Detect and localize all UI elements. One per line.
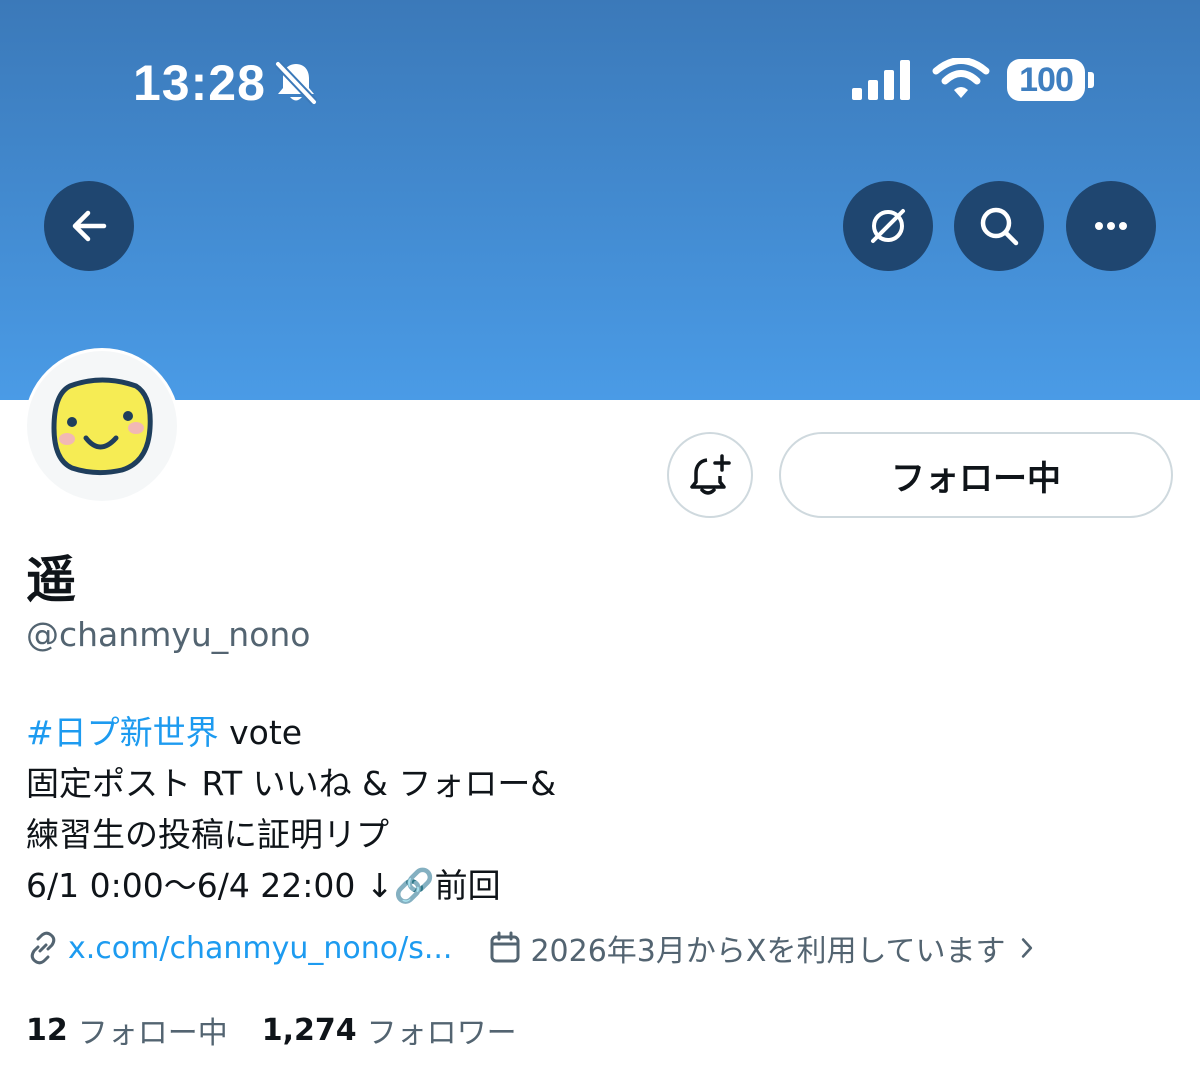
translate-button[interactable] (843, 181, 933, 271)
user-handle: @chanmyu_nono (26, 615, 311, 654)
following-button[interactable]: フォロー中 (779, 432, 1173, 518)
bio-line-3: 練習生の投稿に証明リプ (26, 815, 389, 854)
calendar-icon (490, 931, 520, 963)
battery-indicator: 100 (1007, 59, 1085, 101)
search-icon (980, 207, 1019, 246)
following-count[interactable]: 12 (26, 1013, 68, 1048)
bio-line-1-text: vote (218, 713, 303, 752)
bell-slash-icon (275, 61, 317, 105)
bio-line-4: 6/1 0:00～6/4 22:00 ↓🔗前回 (26, 866, 501, 905)
avatar-image (27, 351, 177, 501)
follow-stats: 12 フォロー中 1,274 フォロワー (26, 1008, 517, 1052)
battery-level: 100 (1019, 60, 1074, 99)
chevron-right-icon[interactable] (1014, 935, 1040, 961)
back-button[interactable] (44, 181, 134, 271)
link-icon (30, 931, 56, 965)
translate-globe-slash-icon (871, 209, 905, 243)
wifi-icon (932, 58, 990, 98)
joined-date[interactable]: 2026年3月からXを利用しています (530, 926, 1005, 970)
profile-meta: x.com/chanmyu_nono/s... 2026年3月からXを利用してい… (26, 926, 1040, 970)
bio-line-1: #日プ新世界 vote (26, 707, 1126, 758)
more-button[interactable] (1066, 181, 1156, 271)
yellow-smiley-face-avatar (51, 377, 153, 476)
notification-button[interactable] (667, 432, 753, 518)
following-label[interactable]: フォロー中 (78, 1008, 228, 1052)
hashtag-link[interactable]: #日プ新世界 (26, 713, 219, 752)
avatar[interactable] (24, 348, 180, 504)
bio-line-2: 固定ポスト RT いいね & フォロー& (26, 764, 557, 803)
arrow-left-icon (72, 210, 107, 242)
status-time: 13:28 (133, 55, 266, 111)
more-dots-icon (1095, 222, 1127, 230)
cellular-signal-icon (852, 60, 910, 100)
followers-label[interactable]: フォロワー (367, 1008, 517, 1052)
bell-plus-icon (690, 454, 731, 495)
search-button[interactable] (954, 181, 1044, 271)
profile-link[interactable]: x.com/chanmyu_nono/s... (68, 931, 452, 966)
battery-tip (1088, 72, 1094, 88)
bio: #日プ新世界 vote 固定ポスト RT いいね & フォロー& 練習生の投稿に… (26, 707, 1126, 911)
display-name: 遥 (26, 551, 76, 609)
followers-count[interactable]: 1,274 (262, 1013, 357, 1048)
